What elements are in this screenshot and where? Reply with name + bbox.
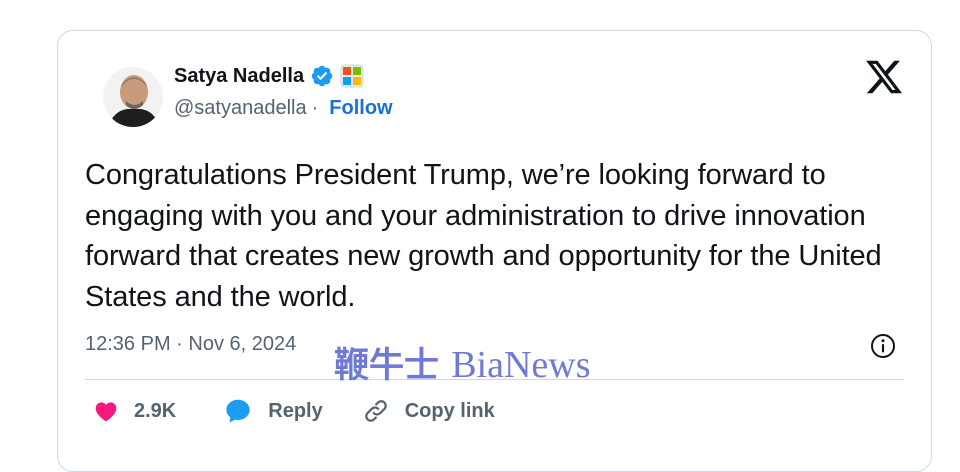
watermark: 鞭牛士 BiaNews bbox=[334, 337, 591, 388]
tweet-timestamp[interactable]: 12:36 PM · Nov 6, 2024 bbox=[85, 333, 296, 356]
watermark-en: BiaNews bbox=[451, 344, 591, 386]
reply-bubble-icon bbox=[226, 399, 250, 423]
watermark-cn: 鞭牛士 bbox=[334, 345, 440, 386]
display-name[interactable]: Satya Nadella bbox=[174, 65, 304, 88]
avatar[interactable] bbox=[103, 59, 163, 135]
heart-icon bbox=[95, 402, 117, 422]
like-button[interactable]: 2.9K bbox=[92, 398, 176, 424]
tweet-text: Congratulations President Trump, we’re l… bbox=[85, 159, 882, 313]
verified-badge-icon bbox=[311, 65, 333, 87]
user-handle[interactable]: @satyanadella bbox=[174, 97, 307, 120]
reply-label: Reply bbox=[268, 399, 323, 422]
like-count: 2.9K bbox=[134, 399, 177, 422]
copy-link-label: Copy link bbox=[404, 399, 495, 422]
follow-link[interactable]: Follow bbox=[329, 97, 392, 120]
copy-link-button[interactable]: Copy link bbox=[361, 396, 495, 426]
separator: · bbox=[311, 97, 319, 119]
info-icon[interactable] bbox=[868, 331, 898, 361]
link-icon bbox=[364, 400, 387, 422]
tweet-card: Satya Nadella @satyanadella · Follow Con… bbox=[57, 30, 932, 472]
reply-button[interactable]: Reply bbox=[222, 396, 323, 426]
affiliate-badge-icon[interactable] bbox=[340, 64, 364, 88]
x-logo-icon[interactable] bbox=[863, 57, 905, 97]
